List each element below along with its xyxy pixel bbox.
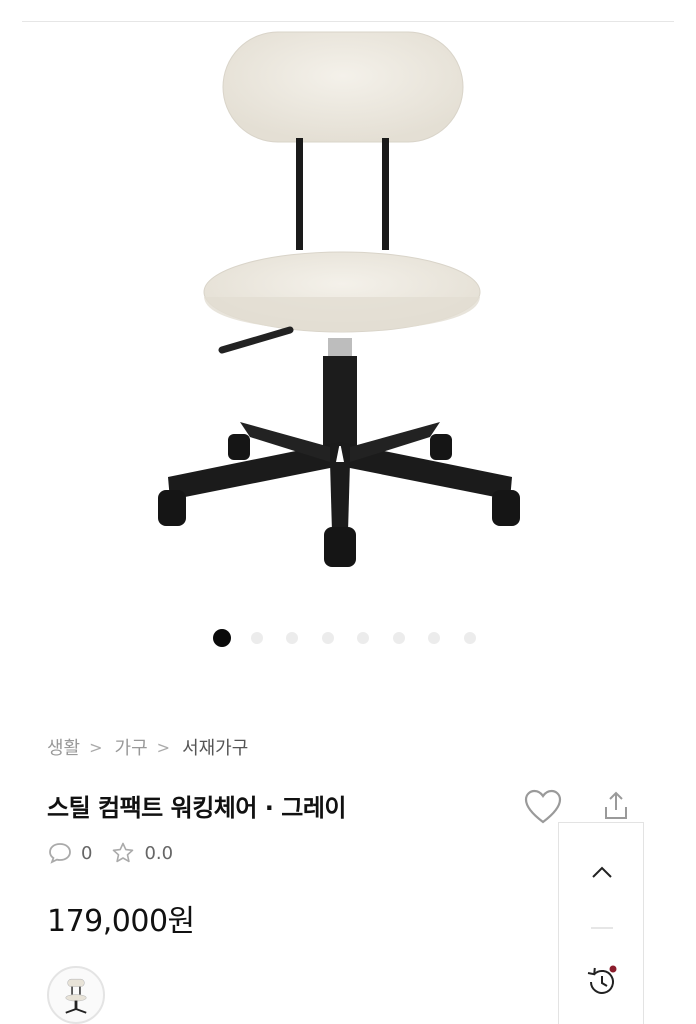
share-icon — [605, 791, 627, 819]
recently-viewed-button[interactable] — [559, 957, 645, 1007]
gallery-dot[interactable] — [213, 629, 231, 647]
panel-divider — [591, 927, 613, 929]
share-button[interactable] — [596, 786, 636, 826]
gallery-dot[interactable] — [322, 632, 334, 644]
product-price: 179,000원 — [47, 904, 195, 939]
floating-action-panel — [558, 822, 644, 1024]
breadcrumb-item[interactable]: 서재가구 — [182, 734, 248, 760]
gallery-pagination[interactable] — [0, 629, 696, 647]
gallery-dot[interactable] — [357, 632, 369, 644]
breadcrumb-item[interactable]: 생활 — [47, 734, 80, 760]
gallery-dot[interactable] — [393, 632, 405, 644]
chevron-right-icon: > — [156, 737, 171, 757]
product-title: 스틸 컴팩트 워킹체어 · 그레이 — [47, 794, 347, 822]
gallery-dot[interactable] — [464, 632, 476, 644]
speech-bubble-icon — [47, 840, 73, 866]
breadcrumb: 생활 > 가구 > 서재가구 — [47, 734, 248, 760]
star-icon — [110, 840, 136, 866]
rating-value: 0.0 — [144, 842, 174, 864]
review-count[interactable]: 0 — [81, 843, 92, 864]
scroll-top-button[interactable] — [559, 849, 645, 895]
heart-icon — [524, 789, 562, 824]
gallery-dot[interactable] — [251, 632, 263, 644]
chevron-right-icon: > — [89, 737, 103, 757]
gallery-dot[interactable] — [428, 632, 440, 644]
history-clock-icon — [587, 965, 617, 994]
notification-dot — [609, 965, 617, 973]
gallery-dot[interactable] — [286, 632, 298, 644]
product-stats: 0 0.0 — [47, 840, 191, 866]
breadcrumb-item[interactable]: 가구 — [115, 734, 148, 760]
chair-thumbnail[interactable] — [47, 966, 105, 1024]
chevron-up-icon — [592, 866, 612, 878]
product-image[interactable] — [0, 22, 696, 612]
office-chair-photo — [158, 31, 520, 567]
